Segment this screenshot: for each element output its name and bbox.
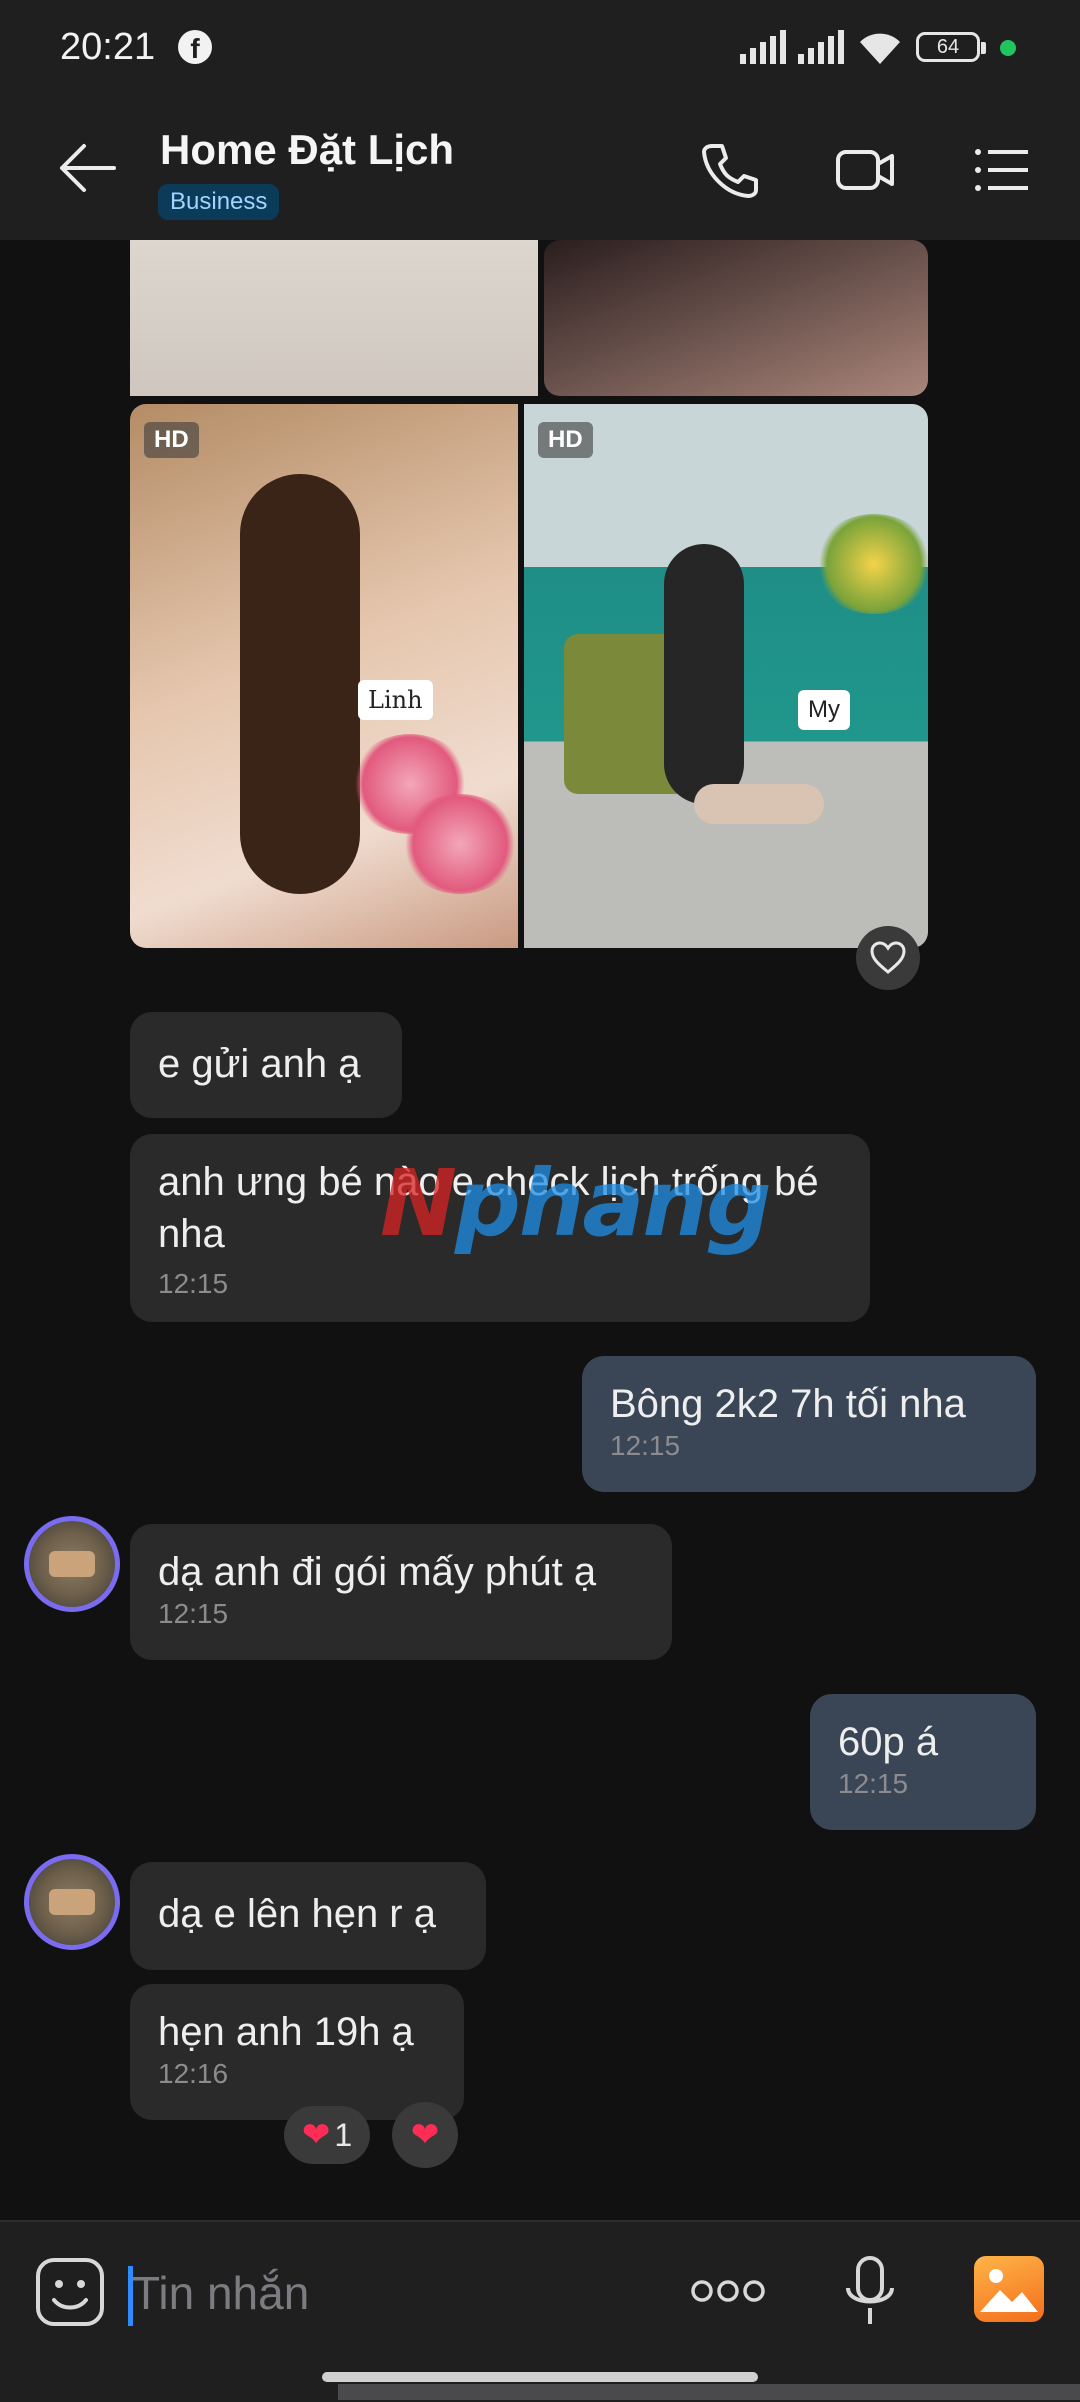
more-options-icon[interactable] [690,2276,766,2306]
contact-avatar[interactable] [24,1516,120,1612]
message-text: dạ e lên hẹn r ạ [158,1892,436,1936]
photo-thumbnail[interactable] [130,240,538,396]
bottom-strip [338,2384,1080,2400]
phone-call-icon[interactable] [698,138,762,202]
watermark-logo: Nphang [380,1150,772,1257]
message-input[interactable]: Tin nhắn [132,2266,309,2320]
contact-avatar[interactable] [24,1854,120,1950]
hd-label: HD [144,422,199,458]
incoming-message[interactable]: e gửi anh ạ [130,1012,402,1118]
photo-linh[interactable]: HD Linh [130,404,518,948]
message-text: hẹn anh 19h ạ [158,2010,414,2054]
business-badge: Business [158,184,280,220]
outgoing-message[interactable]: 60p á 12:15 [810,1694,1036,1830]
status-time: 20:21 [60,26,156,68]
like-button[interactable] [856,926,920,990]
gallery-icon[interactable] [974,2256,1044,2322]
signal-icon-2 [798,30,844,64]
message-time: 12:16 [158,2058,229,2089]
message-time: 12:15 [838,1768,909,1799]
incoming-message[interactable]: hẹn anh 19h ạ 12:16 [130,1984,464,2120]
name-tag-linh: Linh [358,680,433,720]
message-time: 12:15 [158,1598,229,1629]
reaction-count: 1 [334,2116,353,2153]
menu-list-icon[interactable] [970,138,1034,202]
heart-icon: ❤ [301,2116,331,2154]
microphone-icon[interactable] [840,2252,900,2332]
status-bar: 20:21 f 64 [0,0,1080,96]
name-tag-my: My [798,690,850,730]
message-time: 12:15 [158,1268,229,1299]
incoming-message[interactable]: dạ e lên hẹn r ạ [130,1862,486,1970]
outgoing-message[interactable]: Bông 2k2 7h tối nha 12:15 [582,1356,1036,1492]
message-composer: Tin nhắn [0,2220,1080,2402]
plant-decoration [814,514,928,614]
person-silhouette [664,544,744,804]
facebook-notification-icon: f [178,30,212,64]
message-text: 60p á [838,1720,939,1764]
incoming-message[interactable]: dạ anh đi gói mấy phút ạ 12:15 [130,1524,672,1660]
flowers-decoration [400,794,518,894]
battery-indicator: 64 [916,32,986,62]
message-text: dạ anh đi gói mấy phút ạ [158,1550,597,1594]
heart-icon: ❤ [410,2116,440,2154]
message-time: 12:15 [610,1430,681,1461]
reaction-count-badge[interactable]: ❤ 1 [284,2106,370,2164]
back-arrow-icon[interactable] [56,140,120,196]
add-reaction-button[interactable]: ❤ [392,2102,458,2168]
image-icon [980,2269,1038,2312]
message-text: e gửi anh ạ [158,1042,361,1086]
wifi-icon [860,33,900,64]
hd-label: HD [538,422,593,458]
active-dot [1000,40,1016,56]
video-call-icon[interactable] [834,138,898,202]
photo-my[interactable]: HD My [524,404,928,948]
message-text: Bông 2k2 7h tối nha [610,1382,966,1426]
chat-header: Home Đặt Lịch Business [0,96,1080,240]
heart-outline-icon [870,941,906,974]
home-indicator [322,2372,758,2382]
photo-thumbnail[interactable] [544,240,928,396]
legs [694,784,824,824]
signal-icon [740,30,786,64]
person-silhouette [240,474,360,894]
conversation-title[interactable]: Home Đặt Lịch [160,126,454,174]
emoji-sticker-icon[interactable] [34,2256,106,2328]
